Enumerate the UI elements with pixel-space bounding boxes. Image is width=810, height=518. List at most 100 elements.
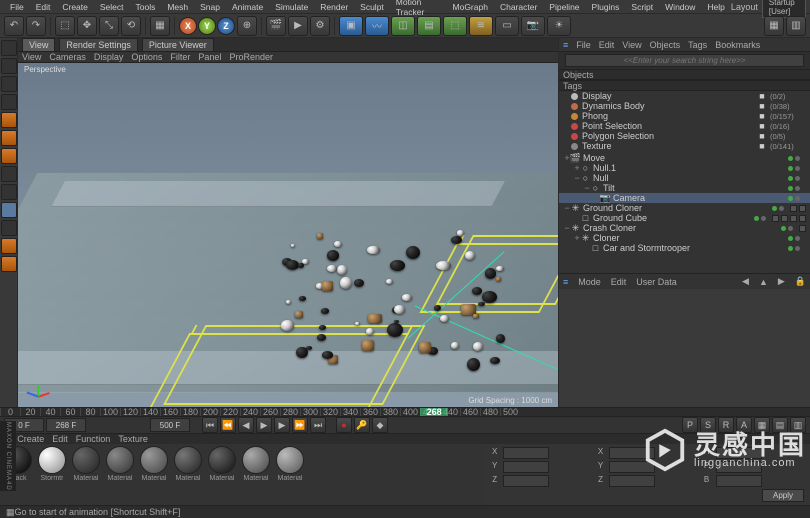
keyframe-selection-button[interactable]: ◆ [372, 417, 388, 433]
attr-menu-item[interactable]: Mode [578, 277, 601, 287]
tree-row[interactable]: +🎬Move [559, 153, 810, 163]
material-slot[interactable]: Material [138, 446, 170, 482]
pos-z-field[interactable] [503, 475, 549, 487]
vp-menu-item[interactable]: Filter [170, 52, 190, 62]
size-x-field[interactable] [609, 447, 655, 459]
tree-row[interactable]: +✳Cloner [559, 233, 810, 243]
attr-menu-item[interactable]: User Data [636, 277, 677, 287]
menu-item[interactable]: File [4, 2, 30, 12]
size-z-field[interactable] [609, 475, 655, 487]
vp-menu-item[interactable]: Panel [198, 52, 221, 62]
record-button[interactable]: ● [336, 417, 352, 433]
render-pv-button[interactable]: ▶ [288, 16, 308, 36]
tab-pictureviewer[interactable]: Picture Viewer [142, 38, 214, 52]
vp-menu-item[interactable]: View [22, 52, 41, 62]
axis-y-toggle[interactable]: Y [198, 17, 216, 35]
om-menu-item[interactable]: Edit [599, 40, 615, 50]
menu-item[interactable]: Motion Tracker [390, 0, 447, 17]
menu-item[interactable]: Snap [194, 2, 226, 12]
viewport-solo-icon[interactable] [1, 202, 17, 218]
model-mode-icon[interactable] [1, 58, 17, 74]
material-manager[interactable]: BlackStormtrMaterialMaterialMaterialMate… [0, 444, 486, 505]
vp-menu-item[interactable]: ProRender [229, 52, 273, 62]
coordinate-toggle[interactable]: ⊕ [237, 16, 257, 36]
material-slot[interactable]: Material [240, 446, 272, 482]
tree-row[interactable]: □Car and Stormtrooper [559, 243, 810, 253]
material-slot[interactable]: Material [172, 446, 204, 482]
layout-dropdown[interactable]: Startup [User] [762, 0, 806, 18]
layout-customize-button[interactable]: ▥ [786, 16, 806, 36]
array-button[interactable]: ⬚ [443, 16, 467, 36]
end-frame-field[interactable] [150, 418, 190, 432]
om-menu-item[interactable]: Tags [688, 40, 707, 50]
pos-key-toggle[interactable]: P [682, 417, 698, 433]
material-slot[interactable]: Material [206, 446, 238, 482]
vp-menu-item[interactable]: Options [131, 52, 162, 62]
material-slot[interactable]: Material [70, 446, 102, 482]
tag-summary-row[interactable]: Texture■(0/141) [559, 141, 810, 151]
extrude-button[interactable]: ▤ [417, 16, 441, 36]
scale-key-toggle[interactable]: S [700, 417, 716, 433]
menu-item[interactable]: Sculpt [354, 2, 390, 12]
camera-button[interactable]: 📷 [521, 16, 545, 36]
pos-x-field[interactable] [503, 447, 549, 459]
floor-button[interactable]: ▭ [495, 16, 519, 36]
tab-rendersettings[interactable]: Render Settings [59, 38, 138, 52]
tree-row[interactable]: □Ground Cube [559, 213, 810, 223]
menu-item[interactable]: Render [314, 2, 354, 12]
tag-summary-row[interactable]: Phong■(0/157) [559, 111, 810, 121]
spline-pen-button[interactable]: 〰 [365, 16, 389, 36]
poly-mode-icon[interactable] [1, 148, 17, 164]
object-tree[interactable]: +🎬Move+○Null.1−○Null−○Tilt📷Camera−✳Groun… [559, 151, 810, 273]
next-frame-button[interactable]: ▶ [274, 417, 290, 433]
menu-item[interactable]: Create [56, 2, 94, 12]
menu-item[interactable]: MoGraph [447, 2, 494, 12]
current-frame-field[interactable] [46, 418, 86, 432]
object-search-input[interactable] [565, 54, 804, 67]
prev-frame-button[interactable]: ◀ [238, 417, 254, 433]
recent-tool[interactable]: ▦ [150, 16, 170, 36]
play-button[interactable]: ▶ [256, 417, 272, 433]
tree-row[interactable]: −✳Crash Cloner [559, 223, 810, 233]
rot-h-field[interactable] [716, 447, 762, 459]
attr-lock-icon[interactable]: 🔒 [795, 276, 806, 287]
tag-summary-row[interactable]: Display■(0/2) [559, 91, 810, 101]
attr-nav-up-icon[interactable]: ▲ [759, 277, 768, 287]
render-settings-button[interactable]: ⚙ [310, 16, 330, 36]
menu-item[interactable]: Animate [226, 2, 269, 12]
attr-nav-fwd-icon[interactable]: ▶ [778, 276, 785, 287]
material-slot[interactable]: Material [274, 446, 306, 482]
anim-mode-button[interactable]: ▥ [790, 417, 806, 433]
tag-summary-row[interactable]: Dynamics Body■(0/38) [559, 101, 810, 111]
attr-nav-back-icon[interactable]: ◀ [742, 276, 749, 287]
menu-item[interactable]: Window [659, 2, 701, 12]
menu-item[interactable]: Script [625, 2, 659, 12]
autokey-button[interactable]: 🔑 [354, 417, 370, 433]
menu-item[interactable]: Pipeline [543, 2, 585, 12]
axis-x-toggle[interactable]: X [179, 17, 197, 35]
menu-item[interactable]: Select [94, 2, 130, 12]
locked-workplane-icon[interactable] [1, 238, 17, 254]
tab-view[interactable]: View [22, 38, 55, 52]
size-y-field[interactable] [609, 461, 655, 473]
redo-button[interactable]: ↷ [26, 16, 46, 36]
cube-primitive-button[interactable]: ▣ [339, 16, 363, 36]
coords-apply-button[interactable]: Apply [762, 489, 804, 502]
material-slot[interactable]: Material [104, 446, 136, 482]
mat-menu-item[interactable]: Create [17, 434, 44, 444]
rot-b-field[interactable] [716, 475, 762, 487]
om-menu-item[interactable]: Bookmarks [715, 40, 760, 50]
rot-key-toggle[interactable]: R [718, 417, 734, 433]
content-browser-button[interactable]: ▦ [764, 16, 784, 36]
menu-item[interactable]: Plugins [586, 2, 626, 12]
perspective-viewport[interactable]: Perspective Grid Spacing : 1000 cm [18, 63, 558, 407]
live-select-tool[interactable]: ⬚ [55, 16, 75, 36]
planar-workplane-icon[interactable] [1, 256, 17, 272]
enable-axis-icon[interactable] [1, 184, 17, 200]
scale-tool[interactable]: ⤡ [99, 16, 119, 36]
menu-item[interactable]: Character [494, 2, 543, 12]
tag-summary-row[interactable]: Polygon Selection■(0/5) [559, 131, 810, 141]
menu-item[interactable]: Tools [130, 2, 162, 12]
material-slot[interactable]: Stormtr [36, 446, 68, 482]
param-key-toggle[interactable]: A [736, 417, 752, 433]
